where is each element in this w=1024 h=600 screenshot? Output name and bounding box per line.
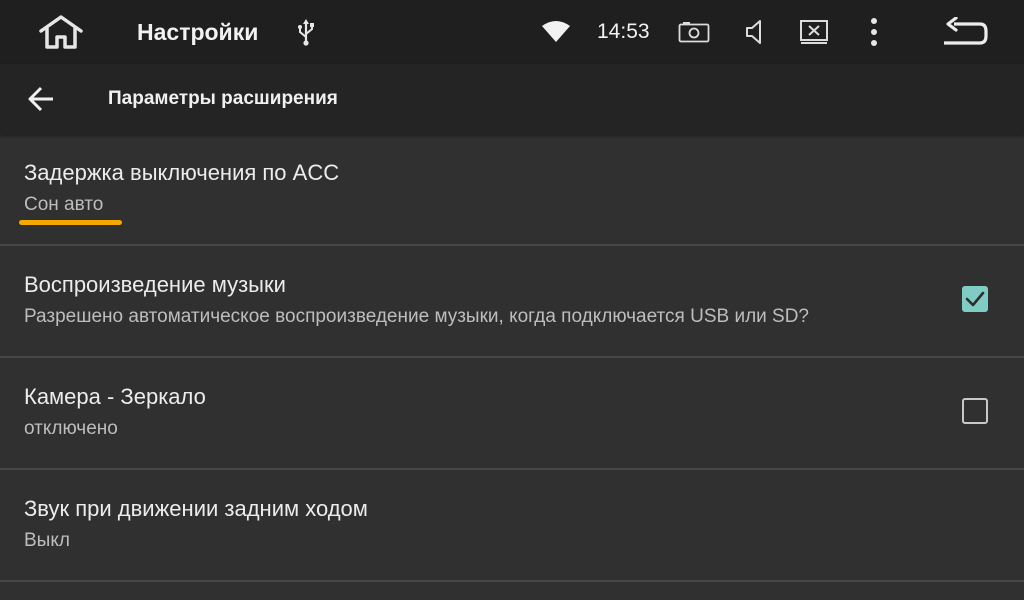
setting-reverse-sound[interactable]: Звук при движении задним ходом Выкл [0,470,1024,582]
usb-icon [294,0,318,64]
arrow-back-icon[interactable] [20,79,62,119]
highlight-underline [19,220,122,225]
settings-list: Задержка выключения по ACC Сон авто Восп… [0,134,1024,582]
back-return-icon[interactable] [938,0,990,64]
camera-mirror-checkbox[interactable] [962,398,988,424]
setting-title: Воспроизведение музыки [24,272,286,297]
check-icon [965,291,985,307]
statusbar-title: Настройки [137,18,259,45]
setting-summary: Сон авто [24,194,104,215]
close-window-icon[interactable] [797,0,831,64]
setting-title: Задержка выключения по ACC [24,160,340,185]
page-title: Параметры расширения [108,88,338,109]
wifi-icon [540,0,572,64]
status-bar: Настройки 14:53 [0,0,1024,64]
setting-music-playback[interactable]: Воспроизведение музыки Разрешено автомат… [0,246,1024,358]
setting-title: Звук при движении задним ходом [24,496,368,521]
setting-summary: Разрешено автоматическое воспроизведение… [24,306,810,327]
setting-title: Камера - Зеркало [24,384,206,409]
setting-camera-mirror[interactable]: Камера - Зеркало отключено [0,358,1024,470]
setting-acc-shutdown-delay[interactable]: Задержка выключения по ACC Сон авто [0,134,1024,246]
music-playback-checkbox[interactable] [962,286,988,312]
app-bar: Параметры расширения [0,64,1024,134]
more-vert-icon[interactable] [862,0,886,64]
setting-summary: Выкл [24,530,70,551]
volume-icon[interactable] [740,0,770,64]
setting-summary: отключено [24,418,118,439]
screenshot-icon[interactable] [677,0,711,64]
clock-time: 14:53 [597,20,650,43]
home-icon[interactable] [36,0,86,64]
